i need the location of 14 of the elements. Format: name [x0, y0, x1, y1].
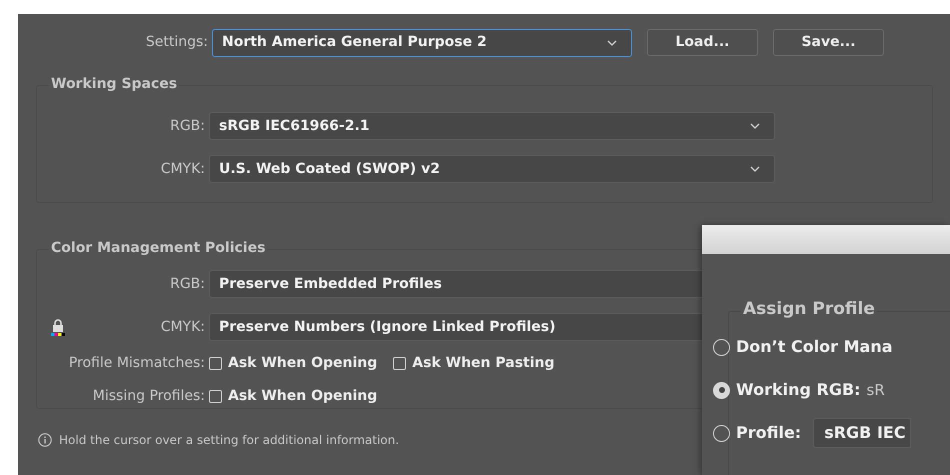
- field-label: Missing Profiles:: [92, 387, 206, 406]
- checkbox-label: Ask When Opening: [228, 354, 378, 373]
- checkbox-label: Ask When Opening: [228, 387, 378, 406]
- radio-label: Profile:: [736, 422, 802, 444]
- field-label: RGB:: [169, 274, 206, 294]
- settings-label: Settings:: [144, 33, 209, 52]
- profile-value: sR: [866, 380, 885, 402]
- hint-text: Hold the cursor over a setting for additional information.: [59, 432, 400, 449]
- field-label: CMYK:: [160, 160, 206, 178]
- radio-label: Working RGB:: [736, 379, 861, 402]
- field-label: Profile Mismatches:: [68, 354, 206, 373]
- checkbox-label: Ask When Pasting: [412, 354, 555, 373]
- field-label: RGB:: [169, 116, 206, 136]
- field-label: CMYK:: [160, 318, 206, 336]
